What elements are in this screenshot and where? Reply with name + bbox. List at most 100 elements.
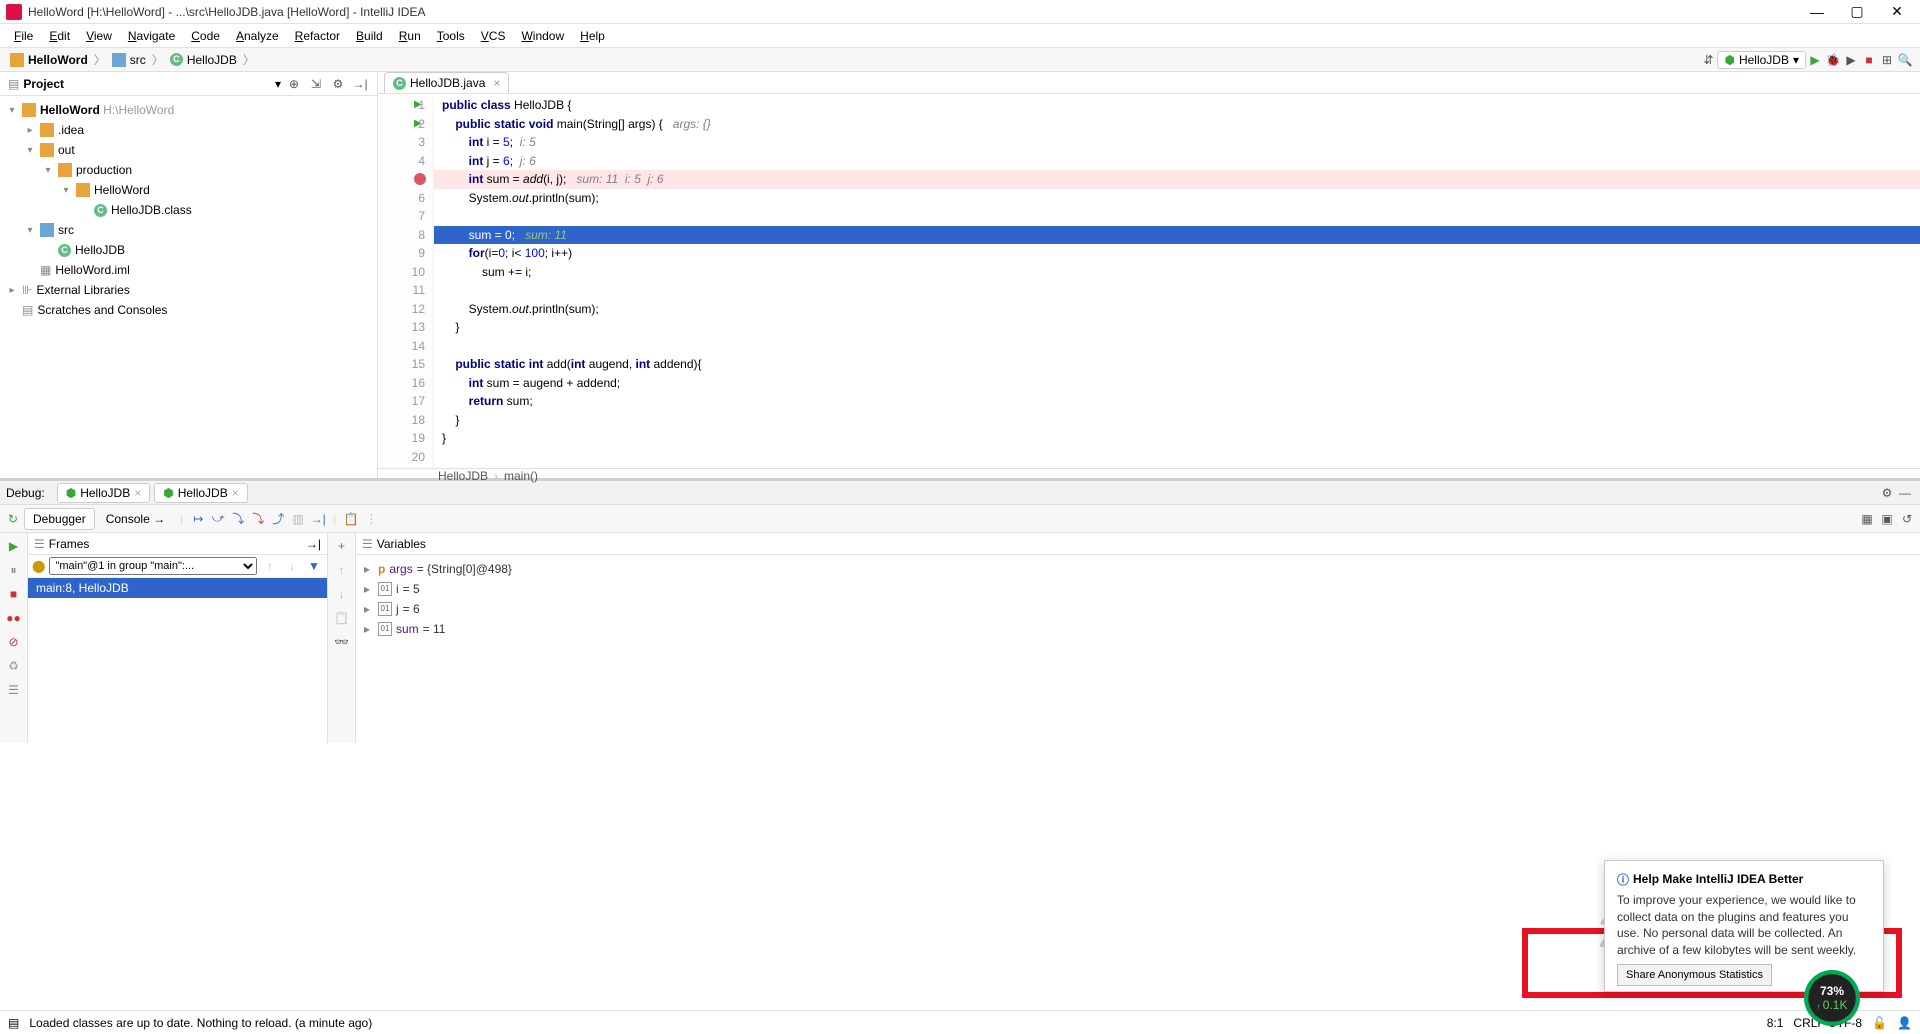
debug-session-tab[interactable]: ⬢HelloJDB× (154, 483, 248, 503)
resume-button[interactable]: ▶ (5, 537, 23, 555)
structure-icon[interactable]: ⊞ (1878, 51, 1896, 69)
stop-button[interactable]: ■ (1860, 51, 1878, 69)
menu-window[interactable]: Window (513, 26, 572, 46)
gear-icon[interactable]: ⚙ (1878, 484, 1896, 502)
maximize-button[interactable]: ▢ (1844, 2, 1870, 22)
sync-icon[interactable]: ⇵ (1699, 51, 1717, 69)
step-over-icon[interactable]: ⤻ (209, 510, 227, 528)
variable-row[interactable]: ▸01 sum = 11 (364, 619, 1912, 639)
debug-session-tab[interactable]: ⬢HelloJDB× (57, 483, 151, 503)
stop-button[interactable]: ■ (5, 585, 23, 603)
menu-view[interactable]: View (78, 26, 120, 46)
menu-file[interactable]: File (6, 26, 41, 46)
threads-icon[interactable]: ☰ (5, 681, 23, 699)
perf-gauge: 73% ↑ 0.1K (1804, 970, 1860, 1026)
step-into-icon[interactable]: ⤵ (229, 510, 247, 528)
menu-bar: FileEditViewNavigateCodeAnalyzeRefactorB… (0, 24, 1920, 48)
frames-pane: ☰Frames→| ⬤ "main"@1 in group "main":...… (28, 533, 328, 743)
hector-icon[interactable]: 👤 (1897, 1016, 1912, 1030)
menu-build[interactable]: Build (348, 26, 391, 46)
variable-row[interactable]: ▸p args = {String[0]@498} (364, 559, 1912, 579)
menu-navigate[interactable]: Navigate (120, 26, 183, 46)
breadcrumb-item[interactable]: src (108, 53, 150, 67)
close-button[interactable]: ✕ (1884, 2, 1910, 22)
tree-item[interactable]: ▸.idea (0, 120, 377, 140)
stack-frame[interactable]: main:8, HelloJDB (28, 578, 327, 598)
tree-item[interactable]: ▦HelloWord.iml (0, 260, 377, 280)
tree-item[interactable]: CHelloJDB.class (0, 200, 377, 220)
tree-item[interactable]: ▾src (0, 220, 377, 240)
run-button[interactable]: ▶ (1806, 51, 1824, 69)
filter-icon[interactable]: ▼ (305, 557, 323, 575)
tree-item[interactable]: CHelloJDB (0, 240, 377, 260)
search-icon[interactable]: 🔍 (1896, 51, 1914, 69)
run-config-select[interactable]: ⬢ HelloJDB ▾ (1717, 51, 1806, 69)
ed-crumb-class[interactable]: HelloJDB (438, 469, 488, 483)
minimize-button[interactable]: — (1804, 2, 1830, 22)
menu-help[interactable]: Help (572, 26, 613, 46)
menu-vcs[interactable]: VCS (473, 26, 514, 46)
menu-code[interactable]: Code (183, 26, 228, 46)
project-pane-header: ▤ Project ▾ ⊕ ⇲ ⚙ →| (0, 72, 377, 96)
restore-frames-icon[interactable]: →| (306, 537, 321, 551)
evaluate-icon[interactable]: 📋 (342, 510, 360, 528)
breadcrumb-item[interactable]: CHelloJDB (166, 53, 241, 67)
down-icon[interactable]: ↓ (333, 585, 351, 603)
menu-analyze[interactable]: Analyze (228, 26, 287, 46)
breadcrumb-item[interactable]: HelloWord (6, 53, 92, 67)
collapse-icon[interactable]: ⇲ (307, 75, 325, 93)
next-frame-icon[interactable]: ↓ (283, 557, 301, 575)
coverage-button[interactable]: ▶ (1842, 51, 1860, 69)
tree-item[interactable]: ▾out (0, 140, 377, 160)
run-to-cursor-icon[interactable]: →| (309, 510, 327, 528)
popup-text: To improve your experience, we would lik… (1617, 892, 1871, 959)
thread-select[interactable]: "main"@1 in group "main":... (49, 557, 257, 575)
gc-icon[interactable]: ♻ (5, 657, 23, 675)
tree-item[interactable]: ▾production (0, 160, 377, 180)
tree-item[interactable]: ▾HelloWord (0, 180, 377, 200)
variable-row[interactable]: ▸01 i = 5 (364, 579, 1912, 599)
copy-icon[interactable]: 📋 (333, 609, 351, 627)
debug-button[interactable]: 🐞 (1824, 51, 1842, 69)
lock-icon[interactable]: 🔓 (1872, 1016, 1887, 1030)
prev-frame-icon[interactable]: ↑ (261, 557, 279, 575)
hide-icon[interactable]: — (1896, 484, 1914, 502)
debugger-tab[interactable]: Debugger (24, 508, 95, 530)
memory-view-icon[interactable]: ▦ (1858, 510, 1876, 528)
view-bp-button[interactable]: ●● (5, 609, 23, 627)
force-step-into-icon[interactable]: ⤵ (249, 510, 267, 528)
show-exec-point-icon[interactable]: ↦ (189, 510, 207, 528)
up-icon[interactable]: ↑ (333, 561, 351, 579)
rerun-button[interactable]: ↻ (4, 510, 22, 528)
share-stats-button[interactable]: Share Anonymous Statistics (1617, 964, 1772, 986)
hide-icon[interactable]: →| (351, 75, 369, 93)
menu-run[interactable]: Run (391, 26, 429, 46)
step-out-icon[interactable]: ⤴ (269, 510, 287, 528)
menu-refactor[interactable]: Refactor (287, 26, 348, 46)
trace-icon[interactable]: ⋮ (362, 510, 380, 528)
editor-area[interactable]: 1▶2▶34567891011121314151617181920 public… (378, 94, 1920, 468)
menu-edit[interactable]: Edit (41, 26, 78, 46)
watches-icon[interactable]: 👓 (333, 633, 351, 651)
gear-icon[interactable]: ⚙ (329, 75, 347, 93)
caret-position[interactable]: 8:1 (1767, 1016, 1784, 1030)
drop-frame-icon[interactable]: ▥ (289, 510, 307, 528)
tree-item[interactable]: ▸⊪External Libraries (0, 280, 377, 300)
tree-item[interactable]: ▾HelloWord H:\HelloWord (0, 100, 377, 120)
mute-bp-button[interactable]: ⊘ (5, 633, 23, 651)
editor-tab[interactable]: C HelloJDB.java × (384, 72, 509, 93)
console-tab[interactable]: Console → (97, 508, 174, 530)
variable-row[interactable]: ▸01 j = 6 (364, 599, 1912, 619)
pause-button[interactable]: ⏸ (5, 561, 23, 579)
layout-icon[interactable]: ▣ (1878, 510, 1896, 528)
add-watch-icon[interactable]: + (333, 537, 351, 555)
restore-icon[interactable]: ↺ (1898, 510, 1916, 528)
menu-tools[interactable]: Tools (429, 26, 473, 46)
locate-icon[interactable]: ⊕ (285, 75, 303, 93)
status-icon[interactable]: ▤ (8, 1016, 19, 1030)
tree-item[interactable]: ▤Scratches and Consoles (0, 300, 377, 320)
debug-label: Debug: (6, 486, 45, 500)
close-tab-icon[interactable]: × (493, 76, 500, 90)
project-pane-title[interactable]: Project (23, 77, 271, 91)
ed-crumb-method[interactable]: main() (504, 469, 538, 483)
